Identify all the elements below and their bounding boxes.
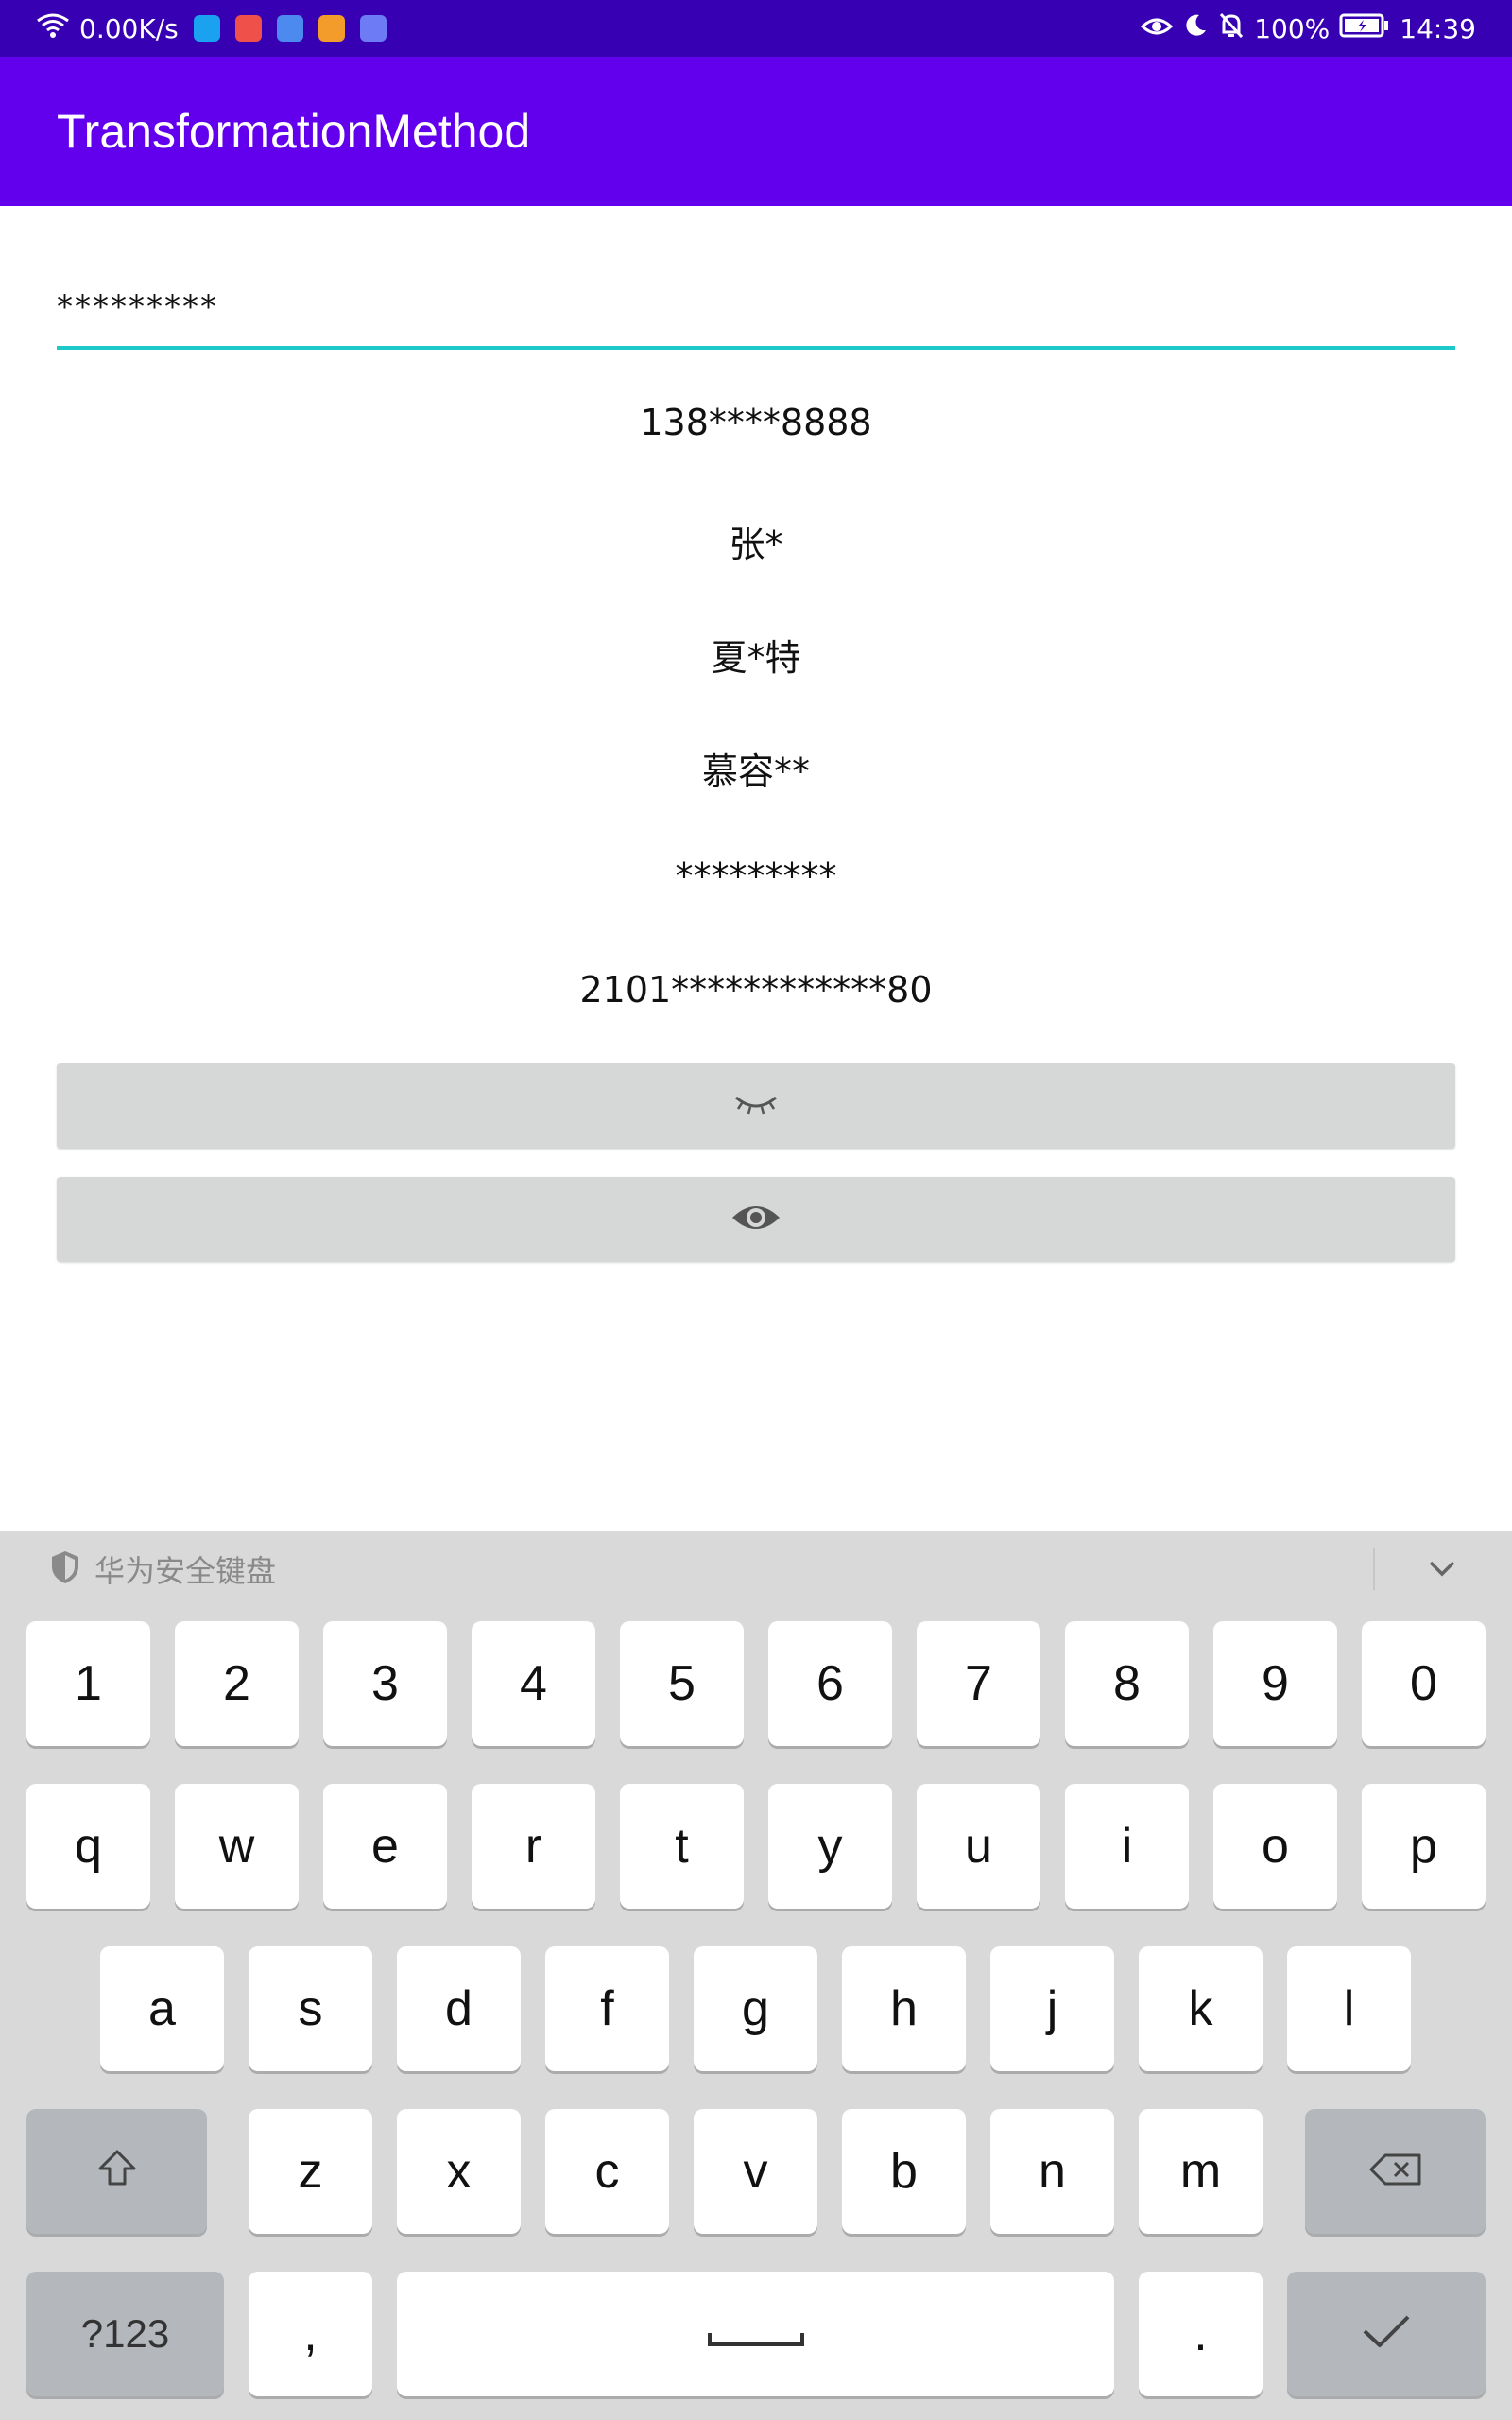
key-q[interactable]: q	[26, 1784, 150, 1909]
key-2[interactable]: 2	[175, 1621, 299, 1746]
key-a[interactable]: a	[100, 1946, 224, 2071]
app-video-icon	[318, 15, 345, 42]
masked-name-1: 张*	[729, 524, 783, 565]
key-c[interactable]: c	[545, 2109, 669, 2234]
key-t[interactable]: t	[620, 1784, 744, 1909]
key-u[interactable]: u	[917, 1784, 1040, 1909]
key-w[interactable]: w	[175, 1784, 299, 1909]
masked-name-2: 夏*特	[711, 637, 801, 679]
key-d[interactable]: d	[397, 1946, 521, 2071]
key-j[interactable]: j	[990, 1946, 1114, 2071]
moon-icon	[1182, 12, 1209, 45]
key-b[interactable]: b	[842, 2109, 966, 2234]
keyboard-header: 华为安全键盘	[0, 1531, 1512, 1607]
status-left: 0.00K/s	[0, 11, 387, 46]
bell-off-icon	[1218, 11, 1245, 46]
backspace-icon	[1368, 2143, 1423, 2200]
shift-key[interactable]	[26, 2109, 207, 2234]
key-p[interactable]: p	[1362, 1784, 1486, 1909]
status-right: 100% 14:39	[1141, 11, 1512, 46]
key-4[interactable]: 4	[472, 1621, 595, 1746]
chevron-down-icon[interactable]	[1425, 1554, 1459, 1586]
key-n[interactable]: n	[990, 2109, 1114, 2234]
shift-icon	[96, 2143, 138, 2200]
hide-text-button[interactable]	[57, 1063, 1455, 1149]
key-i[interactable]: i	[1065, 1784, 1189, 1909]
masked-name-3: 慕容**	[701, 751, 810, 792]
key-8[interactable]: 8	[1065, 1621, 1189, 1746]
network-speed: 0.00K/s	[79, 12, 179, 44]
key-y[interactable]: y	[768, 1784, 892, 1909]
key-1[interactable]: 1	[26, 1621, 150, 1746]
battery-icon	[1339, 12, 1390, 45]
secure-keyboard: 华为安全键盘 1 2 3 4 5 6 7 8 9 0 q w e r t y u…	[0, 1531, 1512, 2420]
app-music-icon	[276, 15, 303, 42]
key-l[interactable]: l	[1287, 1946, 1411, 2071]
key-v[interactable]: v	[694, 2109, 817, 2234]
app-gallery-icon	[234, 15, 262, 42]
key-e[interactable]: e	[323, 1784, 447, 1909]
key-0[interactable]: 0	[1362, 1621, 1486, 1746]
key-s[interactable]: s	[249, 1946, 372, 2071]
battery-percent: 100%	[1254, 12, 1331, 44]
key-g[interactable]: g	[694, 1946, 817, 2071]
period-key[interactable]: .	[1139, 2272, 1263, 2396]
key-m[interactable]: m	[1139, 2109, 1263, 2234]
eye-closed-icon	[730, 1090, 782, 1122]
masked-id-number: 2101************80	[579, 969, 933, 1011]
key-6[interactable]: 6	[768, 1621, 892, 1746]
space-bar-icon	[707, 2306, 805, 2362]
wifi-icon	[36, 11, 70, 46]
backspace-key[interactable]	[1305, 2109, 1486, 2234]
app-search-icon	[193, 15, 220, 42]
status-bar: 0.00K/s 100% 14:39	[0, 0, 1512, 57]
header-divider	[1373, 1548, 1375, 1590]
clock: 14:39	[1400, 12, 1476, 44]
show-text-button[interactable]	[57, 1177, 1455, 1262]
symbols-key[interactable]: ?123	[26, 2272, 224, 2396]
key-o[interactable]: o	[1213, 1784, 1337, 1909]
key-r[interactable]: r	[472, 1784, 595, 1909]
space-key[interactable]	[397, 2272, 1114, 2396]
app-title: TransformationMethod	[57, 105, 531, 158]
password-input[interactable]: *********	[57, 274, 1455, 350]
app-hms-icon	[359, 15, 387, 42]
key-z[interactable]: z	[249, 2109, 372, 2234]
masked-password: *********	[675, 856, 837, 897]
key-5[interactable]: 5	[620, 1621, 744, 1746]
key-f[interactable]: f	[545, 1946, 669, 2071]
eye-icon	[1141, 13, 1174, 44]
masked-phone: 138****8888	[640, 402, 872, 443]
comma-key[interactable]: ,	[249, 2272, 372, 2396]
key-9[interactable]: 9	[1213, 1621, 1337, 1746]
app-bar: TransformationMethod	[0, 57, 1512, 206]
key-7[interactable]: 7	[917, 1621, 1040, 1746]
key-x[interactable]: x	[397, 2109, 521, 2234]
key-k[interactable]: k	[1139, 1946, 1263, 2071]
eye-open-icon	[730, 1201, 782, 1238]
key-3[interactable]: 3	[323, 1621, 447, 1746]
enter-key[interactable]	[1287, 2272, 1486, 2396]
checkmark-icon	[1361, 2306, 1412, 2362]
key-h[interactable]: h	[842, 1946, 966, 2071]
keyboard-title: 华为安全键盘	[94, 1553, 277, 1589]
shield-icon	[49, 1549, 81, 1589]
